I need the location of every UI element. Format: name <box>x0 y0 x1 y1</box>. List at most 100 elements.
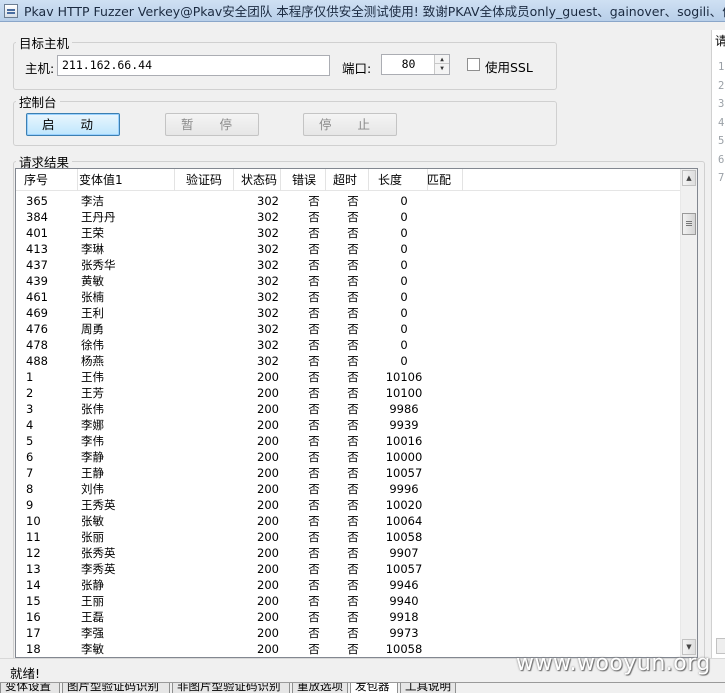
table-row[interactable]: 3 张伟 200 否 否 9986 <box>16 401 680 417</box>
table-row[interactable]: 15 王丽 200 否 否 9940 <box>16 593 680 609</box>
cell-index: 476 <box>26 322 48 336</box>
cell-timeout: 否 <box>347 242 359 256</box>
table-row[interactable]: 437 张秀华 302 否 否 0 <box>16 257 680 273</box>
table-row[interactable]: 7 王静 200 否 否 10057 <box>16 465 680 481</box>
cell-timeout: 否 <box>347 562 359 576</box>
cell-index: 413 <box>26 242 48 256</box>
cell-error: 否 <box>308 562 320 576</box>
tab-5[interactable]: 工具说明 <box>400 683 456 693</box>
tab-1[interactable]: 图片型验证码识别 <box>62 683 170 693</box>
host-input[interactable]: 211.162.66.44 <box>57 55 330 76</box>
cell-index: 1 <box>26 370 34 384</box>
cell-captcha <box>188 305 238 321</box>
column-header-status[interactable]: 状态码 <box>241 169 281 191</box>
cell-variant: 王丹丹 <box>81 210 116 224</box>
table-row[interactable]: 488 杨燕 302 否 否 0 <box>16 353 680 369</box>
tab-4[interactable]: 发包器 <box>350 683 398 693</box>
table-row[interactable]: 13 李秀英 200 否 否 10057 <box>16 561 680 577</box>
cell-variant: 张丽 <box>81 530 104 544</box>
scroll-thumb[interactable] <box>682 213 696 235</box>
spin-up-icon[interactable]: ▲ <box>435 55 449 64</box>
table-row[interactable]: 365 李洁 302 否 否 0 <box>16 193 680 209</box>
port-stepper[interactable]: 80 ▲ ▼ <box>381 54 450 75</box>
table-row[interactable]: 5 李伟 200 否 否 10016 <box>16 433 680 449</box>
request-panel[interactable]: 请 1 2 3 4 5 6 7 <box>711 30 725 658</box>
cell-captcha <box>188 225 238 241</box>
table-row[interactable]: 2 王芳 200 否 否 10100 <box>16 385 680 401</box>
table-row[interactable]: 12 张秀英 200 否 否 9907 <box>16 545 680 561</box>
table-row[interactable]: 16 王磊 200 否 否 9918 <box>16 609 680 625</box>
table-row[interactable]: 1 王伟 200 否 否 10106 <box>16 369 680 385</box>
column-header-error[interactable]: 错误 <box>292 169 326 191</box>
table-row[interactable]: 469 王利 302 否 否 0 <box>16 305 680 321</box>
table-row[interactable]: 6 李静 200 否 否 10000 <box>16 449 680 465</box>
start-button[interactable]: 启 动 <box>26 113 120 136</box>
tab-3[interactable]: 重放选项 <box>292 683 348 693</box>
request-panel-scroll-button[interactable] <box>716 638 725 654</box>
table-row[interactable]: 11 张丽 200 否 否 10058 <box>16 529 680 545</box>
cell-length: 9973 <box>389 626 419 640</box>
cell-captcha <box>188 481 238 497</box>
table-row[interactable]: 8 刘伟 200 否 否 9996 <box>16 481 680 497</box>
cell-status: 302 <box>257 226 279 240</box>
cell-status: 302 <box>257 194 279 208</box>
cell-match <box>430 609 464 625</box>
use-ssl-label: 使用SSL <box>485 60 533 75</box>
use-ssl-checkbox[interactable] <box>467 58 480 71</box>
column-header-captcha[interactable]: 验证码 <box>186 169 234 191</box>
cell-length: 9939 <box>389 418 419 432</box>
request-line-numbers: 1 2 3 4 5 6 7 <box>718 58 724 188</box>
table-row[interactable]: 478 徐伟 302 否 否 0 <box>16 337 680 353</box>
cell-match <box>430 353 464 369</box>
spin-down-icon[interactable]: ▼ <box>435 64 449 73</box>
table-row[interactable]: 14 张静 200 否 否 9946 <box>16 577 680 593</box>
cell-variant: 李伟 <box>81 434 104 448</box>
cell-variant: 刘伟 <box>81 482 104 496</box>
cell-index: 437 <box>26 258 48 272</box>
table-row[interactable]: 461 张楠 302 否 否 0 <box>16 289 680 305</box>
cell-error: 否 <box>308 578 320 592</box>
column-header-length[interactable]: 长度 <box>378 169 428 191</box>
results-list[interactable]: 序号 变体值1 验证码 状态码 错误 超时 长度 匹配 365 李洁 302 否否 0 3… <box>15 168 698 658</box>
cell-timeout: 否 <box>347 450 359 464</box>
title-bar: Pkav HTTP Fuzzer Verkey@Pkav安全团队 本程序仅供安全… <box>0 0 725 22</box>
scroll-up-arrow-icon[interactable]: ▲ <box>682 170 696 186</box>
cell-match <box>430 241 464 257</box>
column-header-timeout[interactable]: 超时 <box>333 169 369 191</box>
cell-match <box>430 401 464 417</box>
cell-length: 0 <box>400 210 408 224</box>
tab-0[interactable]: 变体设置 <box>0 683 60 693</box>
table-row[interactable]: 10 张敏 200 否 否 10064 <box>16 513 680 529</box>
cell-match <box>430 289 464 305</box>
table-row[interactable]: 384 王丹丹 302 否 否 0 <box>16 209 680 225</box>
cell-status: 302 <box>257 290 279 304</box>
cell-match <box>430 545 464 561</box>
cell-match <box>430 449 464 465</box>
cell-length: 9996 <box>389 482 419 496</box>
cell-length: 10058 <box>385 642 423 656</box>
cell-timeout: 否 <box>347 626 359 640</box>
results-scrollbar[interactable]: ▲ ▼ <box>680 169 697 657</box>
table-row[interactable]: 9 王秀英 200 否 否 10020 <box>16 497 680 513</box>
cell-status: 200 <box>257 530 279 544</box>
cell-captcha <box>188 289 238 305</box>
cell-captcha <box>188 625 238 641</box>
cell-error: 否 <box>308 258 320 272</box>
port-spin-buttons[interactable]: ▲ ▼ <box>434 55 449 74</box>
cell-match <box>430 625 464 641</box>
table-row[interactable]: 17 李强 200 否 否 9973 <box>16 625 680 641</box>
cell-variant: 李娜 <box>81 418 104 432</box>
table-row[interactable]: 413 李琳 302 否 否 0 <box>16 241 680 257</box>
cell-captcha <box>188 465 238 481</box>
pause-button[interactable]: 暂 停 <box>165 113 259 136</box>
column-header-match[interactable]: 匹配 <box>427 169 463 191</box>
table-row[interactable]: 439 黄敏 302 否 否 0 <box>16 273 680 289</box>
cell-variant: 王丽 <box>81 594 104 608</box>
column-header-variant[interactable]: 变体值1 <box>79 169 175 191</box>
table-row[interactable]: 4 李娜 200 否 否 9939 <box>16 417 680 433</box>
column-header-index[interactable]: 序号 <box>24 169 78 191</box>
stop-button[interactable]: 停 止 <box>303 113 397 136</box>
table-row[interactable]: 476 周勇 302 否 否 0 <box>16 321 680 337</box>
table-row[interactable]: 401 王荣 302 否 否 0 <box>16 225 680 241</box>
tab-2[interactable]: 非图片型验证码识别 <box>172 683 290 693</box>
